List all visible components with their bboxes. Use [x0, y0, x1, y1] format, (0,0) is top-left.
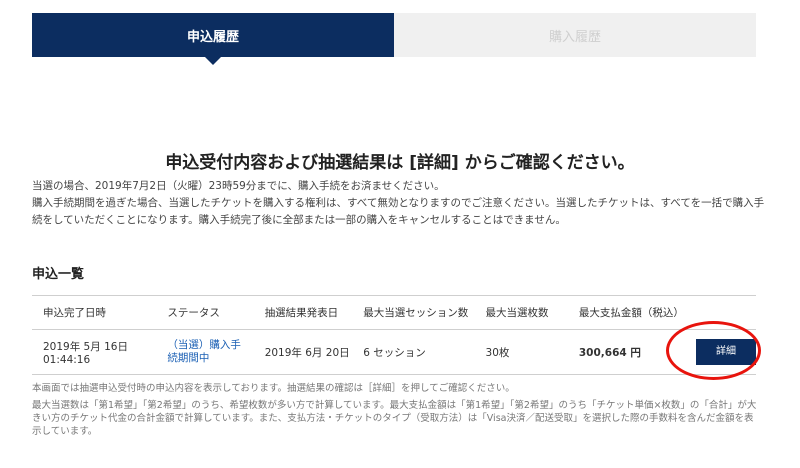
- tab-bar: 申込履歴 購入履歴: [32, 13, 756, 65]
- cell-completion-datetime: 2019年 5月 16日 01:44:16: [32, 329, 168, 375]
- tab-application-history-label: 申込履歴: [186, 29, 239, 45]
- tab-purchase-history[interactable]: 購入履歴: [394, 13, 756, 57]
- header-completion-datetime: 申込完了日時: [32, 295, 168, 330]
- completion-date: 2019年 5月 16日: [43, 340, 128, 353]
- header-max-tickets: 最大当選枚数: [485, 295, 579, 330]
- tab-purchase-history-label: 購入履歴: [548, 29, 601, 45]
- header-max-sessions: 最大当選セッション数: [363, 295, 486, 330]
- tab-application-history[interactable]: 申込履歴: [32, 13, 394, 65]
- header-status: ステータス: [167, 295, 265, 330]
- table-row: 2019年 5月 16日 01:44:16 （当選）購入手続期間中 2019年 …: [32, 329, 756, 375]
- header-max-payment: 最大支払金額（税込）: [578, 295, 684, 330]
- purchase-notice: 当選の場合、2019年7月2日（火曜）23時59分までに、購入手続をお済ませくだ…: [32, 178, 768, 229]
- cell-max-sessions: 6 セッション: [363, 329, 486, 375]
- table-note: 本画面では抽選申込受付時の申込内容を表示しております。抽選結果の確認は［詳細］を…: [32, 383, 515, 394]
- cell-max-tickets: 30枚: [485, 329, 579, 375]
- section-title: 申込一覧: [32, 267, 85, 282]
- cell-status: （当選）購入手続期間中: [167, 329, 265, 375]
- status-link[interactable]: （当選）購入手続期間中: [167, 339, 243, 365]
- cell-result-date: 2019年 6月 20日: [264, 329, 364, 375]
- notice-line-1: 当選の場合、2019年7月2日（火曜）23時59分までに、購入手続をお済ませくだ…: [32, 180, 445, 192]
- header-result-date: 抽選結果発表日: [264, 295, 364, 330]
- table-header-row: 申込完了日時 ステータス 抽選結果発表日 最大当選セッション数 最大当選枚数 最…: [32, 295, 756, 330]
- application-table: 申込完了日時 ステータス 抽選結果発表日 最大当選セッション数 最大当選枚数 最…: [32, 295, 756, 375]
- completion-time: 01:44:16: [43, 353, 91, 366]
- calculation-note: 最大当選数は「第1希望」「第2希望」のうち、希望枚数が多い方で計算しています。最…: [32, 400, 757, 437]
- notice-line-2: 購入手続期間を過ぎた場合、当選したチケットを購入する権利は、すべて無効となります…: [32, 197, 765, 226]
- highlight-circle-annotation: [666, 321, 761, 380]
- page-headline: 申込受付内容および抽選結果は [詳細] からご確認ください。: [165, 153, 635, 173]
